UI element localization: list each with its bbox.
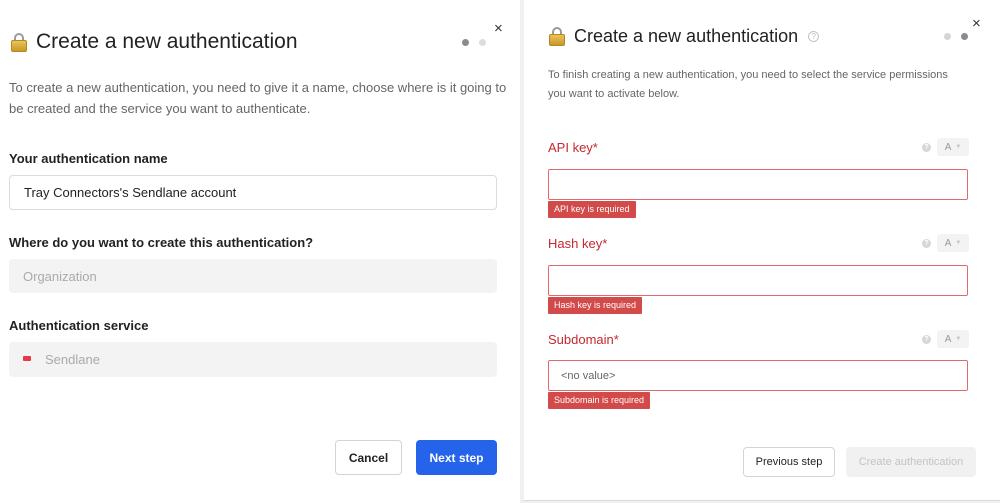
chevron-down-icon: ▼ [955, 336, 962, 342]
subdomain-input[interactable]: <no value> [548, 360, 968, 391]
subdomain-label: Subdomain* [548, 332, 619, 347]
auth-modal-step-1: × Create a new authentication To create … [0, 0, 520, 503]
help-icon[interactable]: ? [808, 31, 820, 42]
step-dot-inactive [479, 39, 486, 46]
chevron-down-icon: ▼ [955, 144, 962, 150]
api-key-error: API key is required [548, 201, 636, 218]
api-key-tools: ? A ▼ [922, 138, 969, 156]
lock-icon [11, 32, 27, 52]
help-icon[interactable]: ? [922, 238, 931, 248]
api-key-label: API key* [548, 140, 598, 155]
modal-description: To finish creating a new authentication,… [548, 69, 948, 100]
help-icon[interactable]: ? [922, 142, 931, 152]
sendlane-icon [23, 356, 31, 361]
auth-location-label: Where do you want to create this authent… [9, 235, 314, 250]
cancel-button[interactable]: Cancel [335, 440, 402, 475]
next-step-button[interactable]: Next step [416, 440, 497, 475]
step-indicator [462, 39, 486, 46]
auth-name-input[interactable]: Tray Connectors's Sendlane account [9, 175, 497, 210]
modal-header: Create a new authentication [11, 30, 298, 54]
step-indicator [944, 33, 968, 40]
close-icon[interactable]: × [972, 16, 981, 31]
create-authentication-button[interactable]: Create authentication [846, 447, 976, 477]
modal-header: Create a new authentication ? [549, 26, 820, 47]
auth-service-select[interactable]: Sendlane [9, 342, 497, 377]
auth-location-select[interactable]: Organization [9, 259, 497, 293]
chevron-down-icon: ▼ [955, 240, 962, 246]
auth-name-label: Your authentication name [9, 151, 168, 166]
auth-service-value: Sendlane [45, 352, 100, 367]
modal-title: Create a new authentication [574, 26, 799, 46]
modal-description: To create a new authentication, you need… [9, 80, 507, 116]
previous-step-button[interactable]: Previous step [743, 447, 835, 477]
close-icon[interactable]: × [494, 21, 503, 36]
hash-key-error: Hash key is required [548, 297, 643, 314]
subdomain-error: Subdomain is required [548, 392, 651, 409]
hash-key-type-select[interactable]: A ▼ [937, 234, 969, 252]
api-key-type-select[interactable]: A ▼ [937, 138, 969, 156]
subdomain-type-select[interactable]: A ▼ [937, 330, 969, 348]
auth-modal-step-2: × Create a new authentication ? To finis… [524, 0, 1000, 501]
auth-service-label: Authentication service [9, 318, 149, 333]
help-icon[interactable]: ? [922, 334, 931, 344]
step-dot-active [961, 33, 968, 40]
step-dot-complete [944, 33, 951, 40]
subdomain-tools: ? A ▼ [922, 330, 969, 348]
hash-key-input[interactable] [548, 265, 968, 296]
modal-title: Create a new authentication [36, 30, 298, 53]
lock-icon [549, 27, 565, 46]
step-dot-active [462, 39, 469, 46]
hash-key-tools: ? A ▼ [922, 234, 969, 252]
api-key-input[interactable] [548, 169, 968, 200]
hash-key-label: Hash key* [548, 236, 608, 251]
